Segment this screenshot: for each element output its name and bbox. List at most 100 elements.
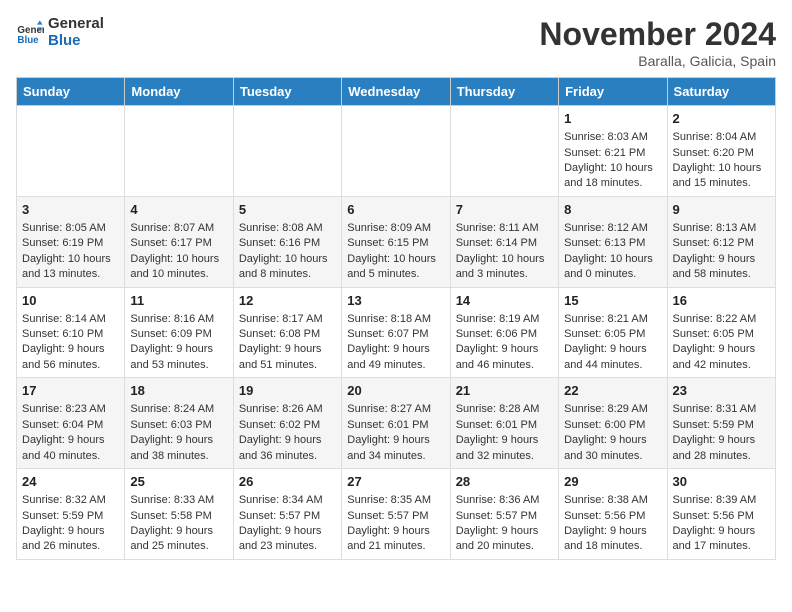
day-cell: 19 Sunrise: 8:26 AM Sunset: 6:02 PM Dayli… — [233, 378, 341, 469]
day-cell: 4 Sunrise: 8:07 AM Sunset: 6:17 PM Daylig… — [125, 196, 233, 287]
day-number: 30 — [673, 473, 770, 491]
day-cell: 1 Sunrise: 8:03 AM Sunset: 6:21 PM Daylig… — [559, 106, 667, 197]
weekday-header-row: SundayMondayTuesdayWednesdayThursdayFrid… — [17, 78, 776, 106]
logo-general: General — [48, 16, 104, 33]
day-cell: 3Sunrise: 8:05 AM Sunset: 6:19 PM Daylig… — [17, 196, 125, 287]
logo-blue: Blue — [48, 33, 104, 50]
day-number: 19 — [239, 382, 336, 400]
day-cell: 23Sunrise: 8:31 AM Sunset: 5:59 PM Dayli… — [667, 378, 775, 469]
day-info: Sunrise: 8:05 AM Sunset: 6:19 PM Dayligh… — [22, 221, 119, 283]
calendar-table: SundayMondayTuesdayWednesdayThursdayFrid… — [16, 77, 776, 560]
day-info: Sunrise: 8:18 AM Sunset: 6:07 PM Dayligh… — [347, 312, 444, 374]
day-cell: 18 Sunrise: 8:24 AM Sunset: 6:03 PM Dayli… — [125, 378, 233, 469]
day-cell: 16Sunrise: 8:22 AM Sunset: 6:05 PM Dayli… — [667, 287, 775, 378]
day-cell: 17 Sunrise: 8:23 AM Sunset: 6:04 PM Dayli… — [17, 378, 125, 469]
day-info: Sunrise: 8:14 AM Sunset: 6:10 PM Dayligh… — [22, 312, 119, 374]
day-cell: 29Sunrise: 8:38 AM Sunset: 5:56 PM Dayli… — [559, 469, 667, 560]
weekday-header-saturday: Saturday — [667, 78, 775, 106]
day-number: 9 — [673, 201, 770, 219]
week-row-2: 3Sunrise: 8:05 AM Sunset: 6:19 PM Daylig… — [17, 196, 776, 287]
weekday-header-thursday: Thursday — [450, 78, 558, 106]
day-number: 17 — [22, 382, 119, 400]
day-info: Sunrise: 8:04 AM Sunset: 6:20 PM Dayligh… — [673, 130, 770, 192]
day-cell — [233, 106, 341, 197]
calendar-body: 1 Sunrise: 8:03 AM Sunset: 6:21 PM Daylig… — [17, 106, 776, 560]
day-number: 11 — [130, 292, 227, 310]
day-number: 24 — [22, 473, 119, 491]
day-info: Sunrise: 8:35 AM Sunset: 5:57 PM Dayligh… — [347, 493, 444, 555]
day-cell: 14 Sunrise: 8:19 AM Sunset: 6:06 PM Dayli… — [450, 287, 558, 378]
day-info: Sunrise: 8:24 AM Sunset: 6:03 PM Dayligh… — [130, 402, 227, 464]
day-number: 14 — [456, 292, 553, 310]
day-info: Sunrise: 8:33 AM Sunset: 5:58 PM Dayligh… — [130, 493, 227, 555]
day-number: 27 — [347, 473, 444, 491]
day-cell: 6Sunrise: 8:09 AM Sunset: 6:15 PM Daylig… — [342, 196, 450, 287]
day-cell: 8 Sunrise: 8:12 AM Sunset: 6:13 PM Daylig… — [559, 196, 667, 287]
day-number: 13 — [347, 292, 444, 310]
weekday-header-friday: Friday — [559, 78, 667, 106]
day-number: 26 — [239, 473, 336, 491]
day-info: Sunrise: 8:07 AM Sunset: 6:17 PM Dayligh… — [130, 221, 227, 283]
day-cell: 13 Sunrise: 8:18 AM Sunset: 6:07 PM Dayli… — [342, 287, 450, 378]
day-number: 29 — [564, 473, 661, 491]
day-cell — [342, 106, 450, 197]
title-section: November 2024 Baralla, Galicia, Spain — [539, 16, 776, 69]
location: Baralla, Galicia, Spain — [539, 53, 776, 69]
day-cell: 12 Sunrise: 8:17 AM Sunset: 6:08 PM Dayli… — [233, 287, 341, 378]
day-cell: 25 Sunrise: 8:33 AM Sunset: 5:58 PM Dayli… — [125, 469, 233, 560]
day-info: Sunrise: 8:23 AM Sunset: 6:04 PM Dayligh… — [22, 402, 119, 464]
day-info: Sunrise: 8:26 AM Sunset: 6:02 PM Dayligh… — [239, 402, 336, 464]
day-cell: 28Sunrise: 8:36 AM Sunset: 5:57 PM Dayli… — [450, 469, 558, 560]
week-row-5: 24 Sunrise: 8:32 AM Sunset: 5:59 PM Dayli… — [17, 469, 776, 560]
day-info: Sunrise: 8:19 AM Sunset: 6:06 PM Dayligh… — [456, 312, 553, 374]
day-cell: 27 Sunrise: 8:35 AM Sunset: 5:57 PM Dayli… — [342, 469, 450, 560]
day-cell: 21 Sunrise: 8:28 AM Sunset: 6:01 PM Dayli… — [450, 378, 558, 469]
day-cell — [125, 106, 233, 197]
day-number: 5 — [239, 201, 336, 219]
day-cell: 22 Sunrise: 8:29 AM Sunset: 6:00 PM Dayli… — [559, 378, 667, 469]
day-number: 22 — [564, 382, 661, 400]
day-number: 4 — [130, 201, 227, 219]
day-number: 15 — [564, 292, 661, 310]
day-info: Sunrise: 8:12 AM Sunset: 6:13 PM Dayligh… — [564, 221, 661, 283]
day-number: 8 — [564, 201, 661, 219]
day-number: 18 — [130, 382, 227, 400]
week-row-4: 17 Sunrise: 8:23 AM Sunset: 6:04 PM Dayli… — [17, 378, 776, 469]
logo-icon: General Blue — [16, 19, 44, 47]
weekday-header-wednesday: Wednesday — [342, 78, 450, 106]
day-cell — [450, 106, 558, 197]
day-info: Sunrise: 8:11 AM Sunset: 6:14 PM Dayligh… — [456, 221, 553, 283]
day-info: Sunrise: 8:16 AM Sunset: 6:09 PM Dayligh… — [130, 312, 227, 374]
logo: General Blue General Blue — [16, 16, 104, 49]
day-info: Sunrise: 8:29 AM Sunset: 6:00 PM Dayligh… — [564, 402, 661, 464]
day-number: 25 — [130, 473, 227, 491]
day-cell: 11 Sunrise: 8:16 AM Sunset: 6:09 PM Dayli… — [125, 287, 233, 378]
day-number: 10 — [22, 292, 119, 310]
page-header: General Blue General Blue November 2024 … — [16, 16, 776, 69]
day-number: 21 — [456, 382, 553, 400]
day-number: 1 — [564, 110, 661, 128]
day-info: Sunrise: 8:08 AM Sunset: 6:16 PM Dayligh… — [239, 221, 336, 283]
month-title: November 2024 — [539, 16, 776, 53]
day-number: 2 — [673, 110, 770, 128]
day-cell: 24 Sunrise: 8:32 AM Sunset: 5:59 PM Dayli… — [17, 469, 125, 560]
day-number: 16 — [673, 292, 770, 310]
day-info: Sunrise: 8:17 AM Sunset: 6:08 PM Dayligh… — [239, 312, 336, 374]
day-cell: 7 Sunrise: 8:11 AM Sunset: 6:14 PM Daylig… — [450, 196, 558, 287]
day-cell — [17, 106, 125, 197]
weekday-header-tuesday: Tuesday — [233, 78, 341, 106]
day-info: Sunrise: 8:39 AM Sunset: 5:56 PM Dayligh… — [673, 493, 770, 555]
week-row-1: 1 Sunrise: 8:03 AM Sunset: 6:21 PM Daylig… — [17, 106, 776, 197]
svg-text:Blue: Blue — [17, 34, 39, 45]
day-info: Sunrise: 8:36 AM Sunset: 5:57 PM Dayligh… — [456, 493, 553, 555]
day-cell: 5 Sunrise: 8:08 AM Sunset: 6:16 PM Daylig… — [233, 196, 341, 287]
weekday-header-monday: Monday — [125, 78, 233, 106]
day-number: 12 — [239, 292, 336, 310]
day-number: 7 — [456, 201, 553, 219]
day-cell: 20Sunrise: 8:27 AM Sunset: 6:01 PM Dayli… — [342, 378, 450, 469]
day-info: Sunrise: 8:03 AM Sunset: 6:21 PM Dayligh… — [564, 130, 661, 192]
day-number: 6 — [347, 201, 444, 219]
day-info: Sunrise: 8:28 AM Sunset: 6:01 PM Dayligh… — [456, 402, 553, 464]
day-info: Sunrise: 8:32 AM Sunset: 5:59 PM Dayligh… — [22, 493, 119, 555]
day-cell: 10 Sunrise: 8:14 AM Sunset: 6:10 PM Dayli… — [17, 287, 125, 378]
